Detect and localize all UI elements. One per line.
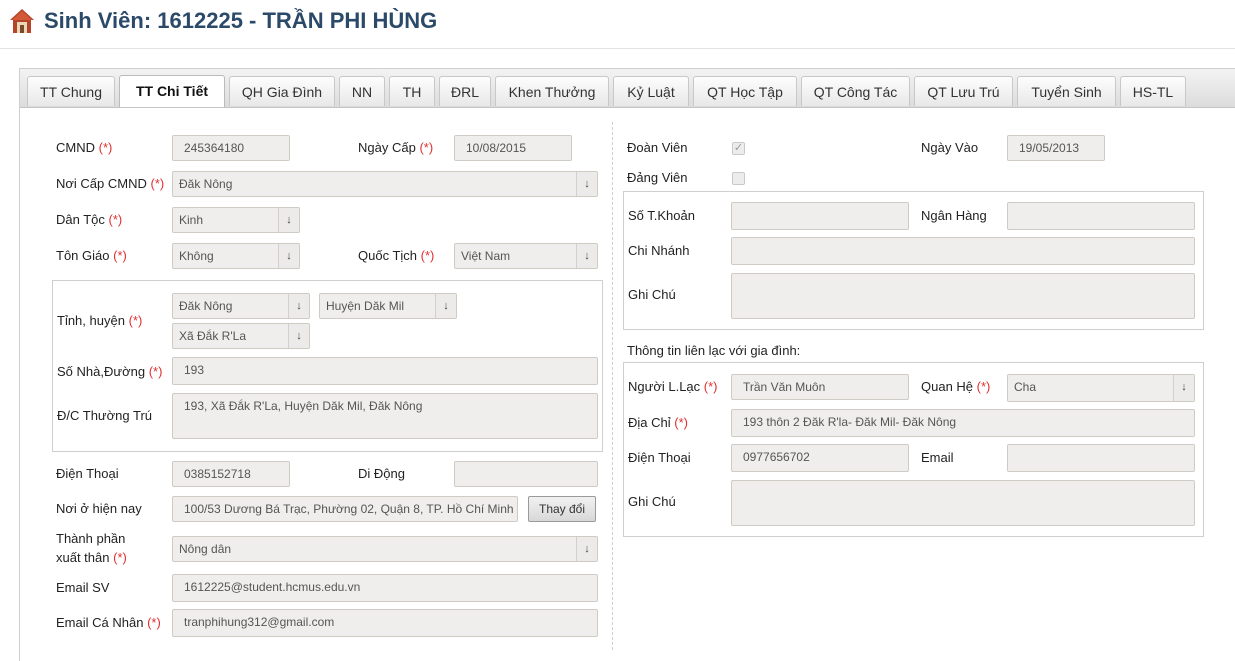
dc-thuong-tru-label: Đ/C Thường Trú	[57, 408, 153, 423]
dien-thoai-label: Điện Thoại	[56, 466, 119, 481]
quan-he-label: Quan Hệ (*)	[921, 379, 991, 394]
dia-chi-label: Địa Chỉ (*)	[628, 415, 688, 430]
email-cn-label: Email Cá Nhân (*)	[56, 615, 161, 630]
so-nha-field[interactable]: 193	[172, 357, 598, 385]
tab-hs-tl[interactable]: HS-TL	[1120, 76, 1186, 106]
ghi-chu-2-field[interactable]	[731, 480, 1195, 526]
email-sv-field[interactable]: 1612225@student.hcmus.edu.vn	[172, 574, 598, 602]
chevron-down-icon: ↓	[576, 172, 597, 196]
dang-vien-checkbox[interactable]	[732, 172, 745, 185]
dan-toc-value: Kinh	[179, 213, 204, 227]
tab-tt-chung[interactable]: TT Chung	[27, 76, 115, 106]
thanh-phan-label-2: xuất thân (*)	[56, 550, 127, 565]
quoc-tich-label: Quốc Tịch (*)	[358, 248, 435, 263]
family-contact-heading: Thông tin liên lạc với gia đình:	[627, 343, 801, 358]
tab-ky-luat[interactable]: Kỷ Luật	[613, 76, 689, 106]
thanh-phan-value: Nông dân	[179, 542, 232, 556]
tab-qt-luu-tru[interactable]: QT Lưu Trú	[914, 76, 1013, 106]
ngay-vao-label: Ngày Vào	[921, 140, 979, 155]
tinh-value: Đăk Nông	[179, 299, 233, 313]
cmnd-field[interactable]: 245364180	[172, 135, 290, 161]
ngan-hang-label: Ngân Hàng	[921, 208, 987, 223]
tab-nn[interactable]: NN	[339, 76, 385, 106]
tab-th[interactable]: TH	[389, 76, 435, 106]
xa-select[interactable]: Xã Đắk R'La ↓	[172, 323, 310, 349]
nguoi-lac-label: Người L.Lạc (*)	[628, 379, 718, 394]
chevron-down-icon: ↓	[278, 244, 299, 268]
so-nha-label: Số Nhà,Đường (*)	[57, 364, 163, 379]
thay-doi-button[interactable]: Thay đổi	[528, 496, 596, 522]
nguoi-lac-field[interactable]: Trần Văn Muôn	[731, 374, 909, 400]
tab-drl[interactable]: ĐRL	[439, 76, 491, 106]
huyen-value: Huyện Dăk Mil	[326, 299, 405, 313]
noi-cap-select[interactable]: Đăk Nông ↓	[172, 171, 598, 197]
dia-chi-field[interactable]: 193 thôn 2 Đăk R'la- Đăk Mil- Đăk Nông	[731, 409, 1195, 437]
noi-cap-label: Nơi Cấp CMND (*)	[56, 176, 165, 191]
quan-he-select[interactable]: Cha ↓	[1007, 374, 1195, 402]
so-tk-label: Số T.Khoản	[628, 208, 695, 223]
di-dong-field[interactable]	[454, 461, 598, 487]
family-dien-thoai-label: Điện Thoại	[628, 450, 691, 465]
page-header: Sinh Viên: 1612225 - TRẦN PHI HÙNG	[0, 0, 1235, 49]
doan-vien-checkbox[interactable]: ✓	[732, 142, 745, 155]
ton-giao-label: Tôn Giáo (*)	[56, 248, 127, 263]
ghi-chu-label: Ghi Chú	[628, 287, 676, 302]
quoc-tich-value: Việt Nam	[461, 249, 511, 263]
quoc-tich-select[interactable]: Việt Nam ↓	[454, 243, 598, 269]
thanh-phan-label-1: Thành phần	[56, 531, 126, 546]
ton-giao-select[interactable]: Không ↓	[172, 243, 300, 269]
tab-qt-hoc-tap[interactable]: QT Học Tập	[693, 76, 797, 106]
di-dong-label: Di Động	[358, 466, 405, 481]
chevron-down-icon: ↓	[435, 294, 456, 318]
tinh-select[interactable]: Đăk Nông ↓	[172, 293, 310, 319]
tab-khen-thuong[interactable]: Khen Thưởng	[495, 76, 609, 106]
tab-qh-gia-dinh[interactable]: QH Gia Đình	[229, 76, 335, 106]
chi-nhanh-label: Chi Nhánh	[628, 243, 690, 258]
chevron-down-icon: ↓	[278, 208, 299, 232]
noi-o-field[interactable]: 100/53 Dương Bá Trạc, Phường 02, Quận 8,…	[172, 496, 518, 522]
tab-qt-cong-tac[interactable]: QT Công Tác	[801, 76, 910, 106]
ngan-hang-field[interactable]	[1007, 202, 1195, 230]
dan-toc-select[interactable]: Kinh ↓	[172, 207, 300, 233]
chevron-down-icon: ↓	[576, 537, 597, 561]
email-sv-label: Email SV	[56, 580, 110, 595]
chevron-down-icon: ↓	[1173, 375, 1194, 401]
dc-thuong-tru-field[interactable]: 193, Xã Đắk R'La, Huyện Dăk Mil, Đăk Nôn…	[172, 393, 598, 439]
ngay-vao-field[interactable]: 19/05/2013	[1007, 135, 1105, 161]
home-icon[interactable]	[9, 8, 35, 34]
ton-giao-value: Không	[179, 249, 214, 263]
chevron-down-icon: ↓	[576, 244, 597, 268]
quan-he-value: Cha	[1014, 380, 1037, 394]
chevron-down-icon: ↓	[288, 324, 309, 348]
cmnd-label: CMND (*)	[56, 140, 113, 155]
page-title: Sinh Viên: 1612225 - TRẦN PHI HÙNG	[44, 8, 438, 33]
email-cn-field[interactable]: tranphihung312@gmail.com	[172, 609, 598, 637]
chi-nhanh-field[interactable]	[731, 237, 1195, 265]
huyen-select[interactable]: Huyện Dăk Mil ↓	[319, 293, 457, 319]
column-divider	[612, 122, 613, 650]
family-email-label: Email	[921, 450, 954, 465]
dan-toc-label: Dân Tộc (*)	[56, 212, 123, 227]
chevron-down-icon: ↓	[288, 294, 309, 318]
doan-vien-label: Đoàn Viên	[627, 140, 688, 155]
noi-cap-value: Đăk Nông	[179, 177, 233, 191]
xa-value: Xã Đắk R'La	[179, 329, 246, 343]
tinh-huyen-label: Tỉnh, huyện (*)	[57, 313, 143, 328]
ngay-cap-label: Ngày Cấp (*)	[358, 140, 434, 155]
ngay-cap-field[interactable]: 10/08/2015	[454, 135, 572, 161]
family-email-field[interactable]	[1007, 444, 1195, 472]
tab-tt-chi-tiet[interactable]: TT Chi Tiết	[119, 75, 225, 107]
dien-thoai-field[interactable]: 0385152718	[172, 461, 290, 487]
ghi-chu-2-label: Ghi Chú	[628, 494, 676, 509]
thanh-phan-select[interactable]: Nông dân ↓	[172, 536, 598, 562]
so-tk-field[interactable]	[731, 202, 909, 230]
noi-o-label: Nơi ở hiện nay	[56, 501, 142, 516]
dang-vien-label: Đảng Viên	[627, 170, 688, 185]
family-dien-thoai-field[interactable]: 0977656702	[731, 444, 909, 472]
ghi-chu-field[interactable]	[731, 273, 1195, 319]
tab-tuyen-sinh[interactable]: Tuyển Sinh	[1017, 76, 1116, 106]
